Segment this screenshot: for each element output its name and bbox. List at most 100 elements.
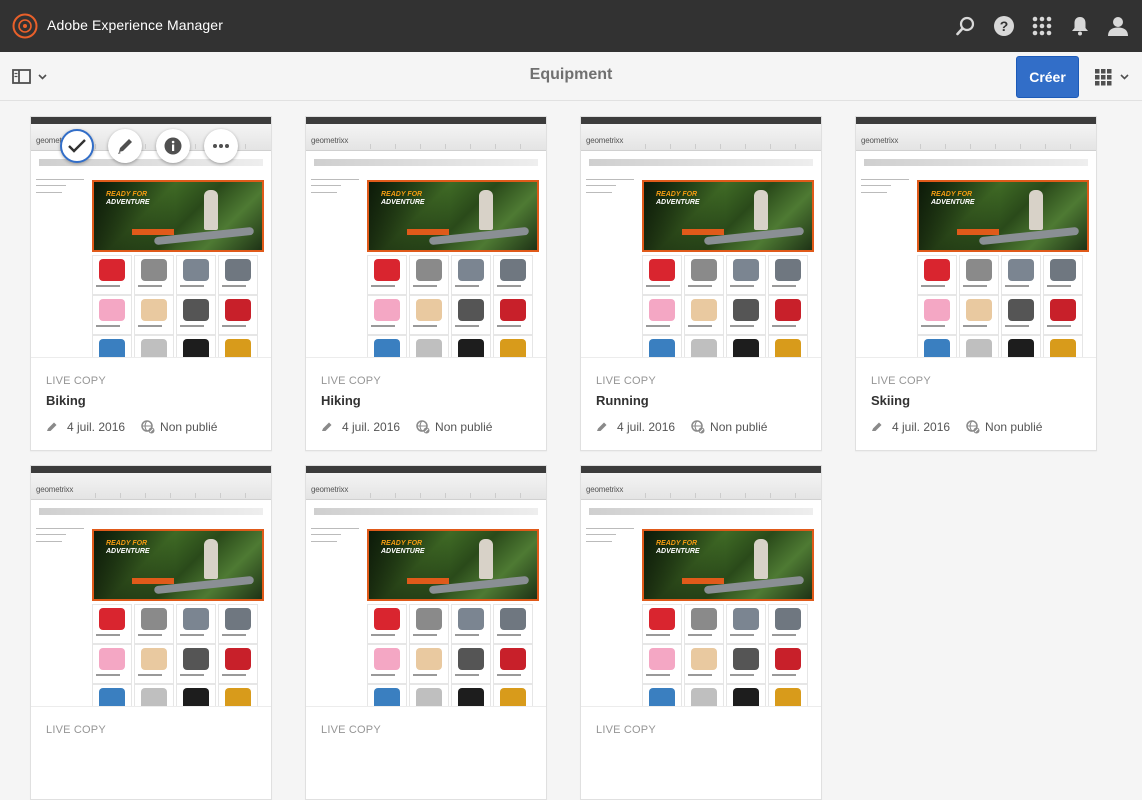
thumbnail-product (92, 644, 132, 684)
thumbnail-product (134, 644, 174, 684)
card-type-label: LIVE COPY (871, 375, 931, 387)
hero-line-1: READY FOR (106, 191, 148, 198)
hero-line-1: READY FOR (931, 191, 973, 198)
pencil-icon (872, 422, 882, 431)
search-icon[interactable] (955, 15, 977, 37)
page-thumbnail[interactable]: geometrixx READY FOR ADVENTURE (306, 466, 546, 707)
modified-date: 4 juil. 2016 (617, 419, 676, 434)
page-thumbnail[interactable]: geometrixx READY FOR ADVENTURE (581, 117, 821, 358)
create-button[interactable]: Créer (1016, 56, 1079, 98)
page-card[interactable]: geometrixx READY FOR ADVENTURE LIVE COPY R… (580, 116, 822, 451)
thumbnail-product (409, 295, 449, 335)
user-icon[interactable] (1107, 15, 1129, 37)
thumbnail-product (367, 684, 407, 706)
thumbnail-product (642, 255, 682, 295)
card-meta: LIVE COPY Biking (46, 375, 261, 408)
thumbnail-product (768, 295, 808, 335)
thumbnail-product (959, 295, 999, 335)
thumbnail-product (134, 335, 174, 357)
page-thumbnail[interactable]: geometrixx READY FOR ADVENTURE (581, 466, 821, 707)
card-type-label: LIVE COPY (46, 724, 106, 736)
info-quick-action[interactable] (156, 129, 190, 163)
thumbnail-product (768, 604, 808, 644)
thumbnail-hero-banner: READY FOR ADVENTURE (92, 529, 264, 601)
apps-icon[interactable] (1031, 15, 1053, 37)
page-card[interactable]: geometrixx READY FOR ADVENTURE LIVE COPY (30, 465, 272, 800)
thumbnail-product (1043, 255, 1083, 295)
thumbnail-product (367, 295, 407, 335)
thumbnail-hero-banner: READY FOR ADVENTURE (642, 180, 814, 252)
thumbnail-product (959, 335, 999, 357)
thumbnail-product (684, 644, 724, 684)
globe-unpublished-icon (966, 420, 980, 434)
app-title[interactable]: Adobe Experience Manager (47, 17, 223, 33)
thumbnail-product (451, 644, 491, 684)
help-icon[interactable]: ? (993, 15, 1015, 37)
thumbnail-product (409, 604, 449, 644)
page-thumbnail[interactable]: geometrixx READY FOR ADVENTURE (31, 466, 271, 707)
check-quick-action[interactable] (60, 129, 94, 163)
page-thumbnail[interactable]: geometrixx READY FOR ADVENTURE (306, 117, 546, 358)
thumbnail-product (218, 335, 258, 357)
hero-line-1: READY FOR (656, 191, 698, 198)
more-quick-action[interactable] (204, 129, 238, 163)
thumbnail-product (768, 644, 808, 684)
page-card[interactable]: geometrixx READY FOR ADVENTURE LIVE COPY B… (30, 116, 272, 451)
hero-line-1: READY FOR (381, 191, 423, 198)
globe-unpublished-icon (416, 420, 430, 434)
card-type-label: LIVE COPY (321, 724, 381, 736)
global-navigation-bar: Adobe Experience Manager ? (0, 0, 1142, 52)
pencil-icon (47, 422, 57, 431)
thumbnail-product (768, 684, 808, 706)
card-info-row: 4 juil. 2016 Non publié (46, 419, 217, 434)
thumbnail-logo-text: geometrixx (861, 136, 899, 145)
card-type-label: LIVE COPY (596, 724, 656, 736)
hero-line-2: ADVENTURE (381, 548, 425, 555)
thumbnail-product (92, 604, 132, 644)
page-card[interactable]: geometrixx READY FOR ADVENTURE LIVE COPY (305, 465, 547, 800)
thumbnail-product (768, 255, 808, 295)
publish-status: Non publié (160, 419, 218, 434)
thumbnail-product (684, 684, 724, 706)
page-card[interactable]: geometrixx READY FOR ADVENTURE LIVE COPY S… (855, 116, 1097, 451)
thumbnail-product (92, 255, 132, 295)
thumbnail-product (451, 604, 491, 644)
card-title: Skiing (871, 393, 911, 408)
notification-bell-icon[interactable] (1069, 15, 1091, 37)
hero-line-2: ADVENTURE (656, 199, 700, 206)
card-meta: LIVE COPY Hiking (321, 375, 536, 408)
thumbnail-product (726, 644, 766, 684)
page-thumbnail[interactable]: geometrixx READY FOR ADVENTURE (856, 117, 1096, 358)
view-switcher-icon[interactable] (1094, 67, 1132, 87)
more-icon (213, 144, 229, 148)
thumbnail-product (218, 644, 258, 684)
thumbnail-product (92, 335, 132, 357)
thumbnail-logo-text: geometrixx (311, 136, 349, 145)
pencil-icon (597, 422, 607, 431)
card-type-label: LIVE COPY (321, 375, 381, 387)
thumbnail-product (642, 684, 682, 706)
page-card[interactable]: geometrixx READY FOR ADVENTURE LIVE COPY H… (305, 116, 547, 451)
aem-logo-icon[interactable] (12, 13, 38, 39)
thumbnail-product (409, 644, 449, 684)
thumbnail-product (451, 684, 491, 706)
thumbnail-product (409, 335, 449, 357)
thumbnail-product (92, 295, 132, 335)
thumbnail-product (176, 604, 216, 644)
thumbnail-product (642, 644, 682, 684)
page-card[interactable]: geometrixx READY FOR ADVENTURE LIVE COPY (580, 465, 822, 800)
thumbnail-product (367, 604, 407, 644)
thumbnail-product (1043, 335, 1083, 357)
thumbnail-product (684, 255, 724, 295)
modified-date: 4 juil. 2016 (67, 419, 126, 434)
rail-toggle-icon[interactable] (12, 67, 48, 87)
globe-unpublished-icon (691, 420, 705, 434)
thumbnail-product (367, 335, 407, 357)
thumbnail-logo-text: geometrixx (36, 485, 74, 494)
thumbnail-product (409, 255, 449, 295)
thumbnail-product (642, 604, 682, 644)
pencil-quick-action[interactable] (108, 129, 142, 163)
publish-status: Non publié (985, 419, 1043, 434)
thumbnail-product (176, 295, 216, 335)
card-info-row: 4 juil. 2016 Non publié (321, 419, 492, 434)
